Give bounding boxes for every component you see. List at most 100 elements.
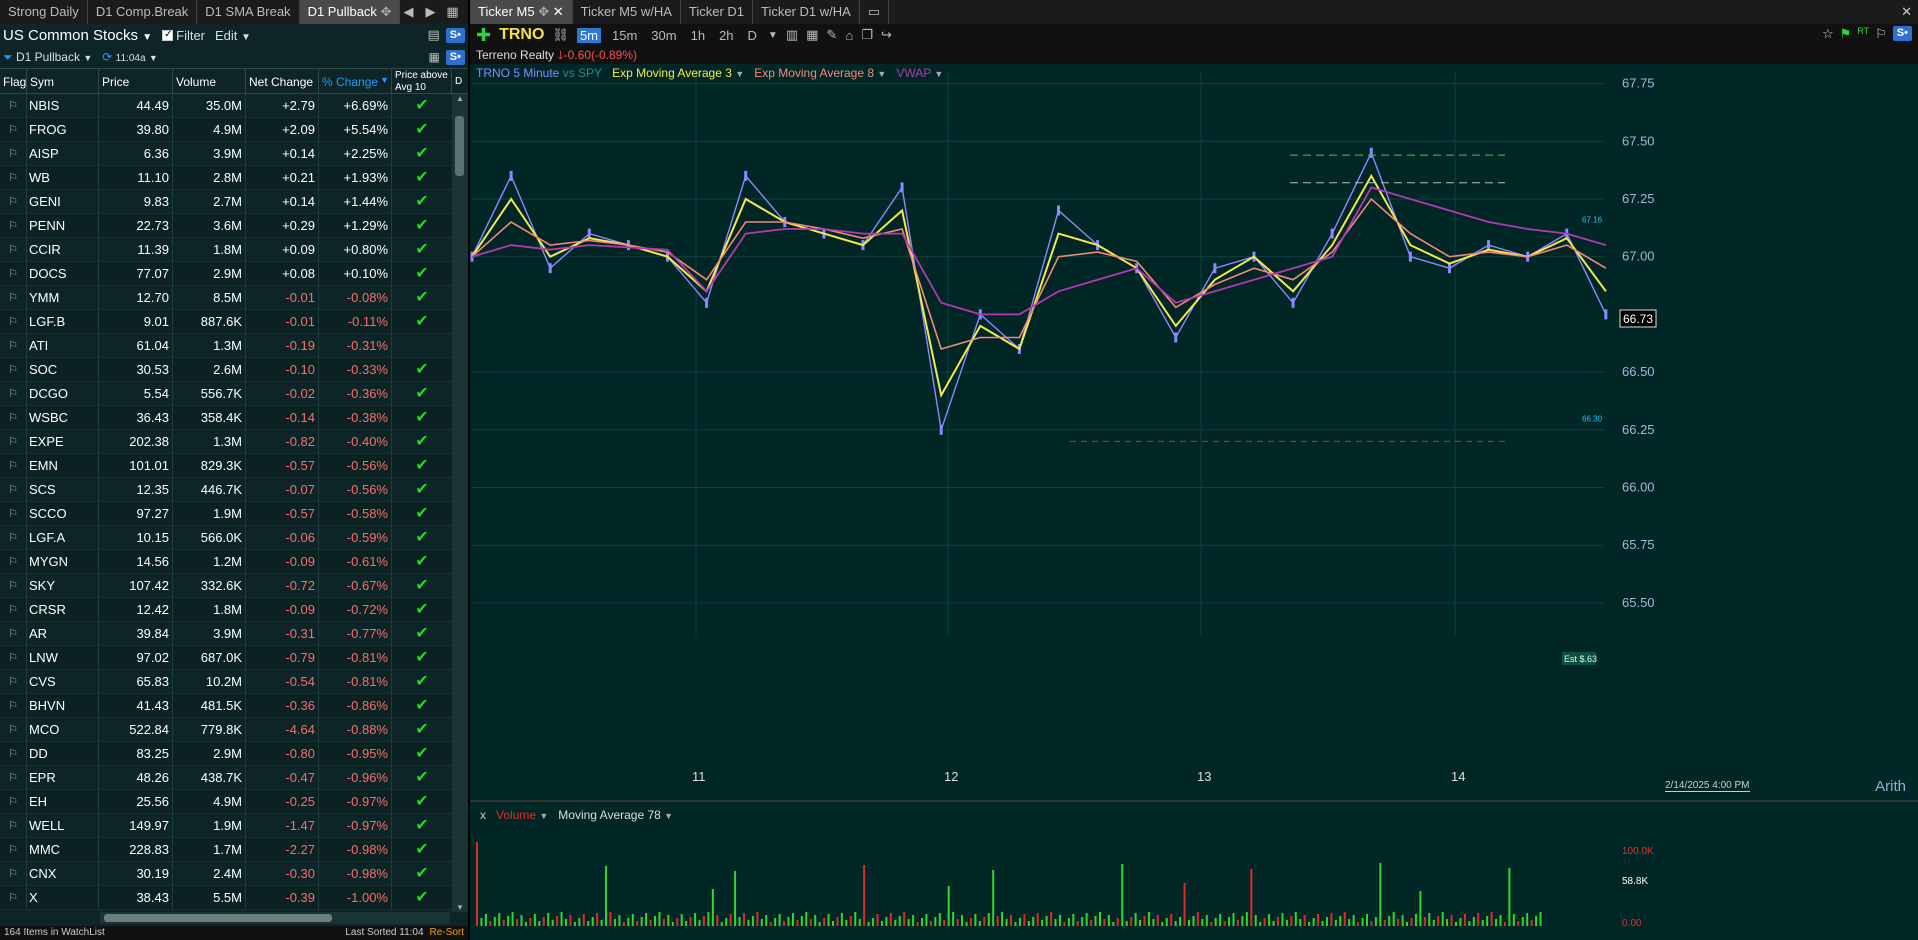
volume-bar[interactable]: [1348, 919, 1351, 926]
volume-bar[interactable]: [538, 921, 541, 926]
table-row[interactable]: ⚐ DOCS 77.07 2.9M +0.08 +0.10% ✔: [0, 262, 452, 286]
volume-bar[interactable]: [1036, 913, 1039, 926]
new-tab-icon[interactable]: ▭: [860, 0, 890, 24]
volume-bar[interactable]: [551, 920, 554, 926]
volume-bar[interactable]: [1134, 913, 1137, 926]
hscroll-thumb[interactable]: [104, 914, 332, 922]
volume-bar[interactable]: [943, 920, 946, 926]
volume-bar[interactable]: [1521, 917, 1524, 926]
flag-icon[interactable]: ⚐: [0, 694, 27, 718]
volume-bar[interactable]: [587, 921, 590, 926]
flag-icon[interactable]: ⚐: [0, 574, 27, 598]
arith-toggle[interactable]: Arith: [1875, 778, 1906, 795]
flag-icon[interactable]: ⚐: [0, 406, 27, 430]
volume-bar[interactable]: [1472, 917, 1475, 926]
volume-bar[interactable]: [1299, 919, 1302, 926]
flag-icon[interactable]: ⚐: [0, 286, 27, 310]
volume-bar[interactable]: [480, 918, 483, 926]
grid-icon[interactable]: ▤: [428, 27, 440, 43]
volume-bar[interactable]: [1174, 921, 1177, 926]
move-icon[interactable]: ✥: [538, 4, 549, 19]
table-row[interactable]: ⚐ SKY 107.42 332.6K -0.72 -0.67% ✔: [0, 574, 452, 598]
volume-bar[interactable]: [680, 914, 683, 926]
draw-icon[interactable]: ✎: [826, 27, 837, 43]
volume-bar[interactable]: [591, 917, 594, 926]
price-bar[interactable]: [1291, 297, 1295, 308]
col-pct-change[interactable]: % Change ▼: [319, 69, 392, 95]
volume-bar[interactable]: [1285, 920, 1288, 926]
volume-bar[interactable]: [1388, 916, 1391, 926]
table-row[interactable]: ⚐ MYGN 14.56 1.2M -0.09 -0.61% ✔: [0, 550, 452, 574]
table-row[interactable]: ⚐ EMN 101.01 829.3K -0.57 -0.56% ✔: [0, 454, 452, 478]
volume-study[interactable]: Volume ▼: [496, 808, 548, 822]
volume-bar[interactable]: [1281, 913, 1284, 926]
scan-selector[interactable]: ⏷ D1 Pullback ▼: [3, 50, 92, 65]
layout-icon[interactable]: ❐: [861, 27, 873, 43]
volume-bar[interactable]: [867, 922, 870, 926]
volume-bar[interactable]: [1210, 922, 1213, 926]
add-symbol-icon[interactable]: ✚: [476, 25, 491, 46]
price-chart[interactable]: 67.75 67.50 67.25 67.00 66.50 66.25 66.00 65.75…: [470, 64, 1918, 940]
volume-bar[interactable]: [1490, 912, 1493, 926]
volume-bar[interactable]: [1508, 868, 1511, 926]
volume-bar[interactable]: [636, 921, 639, 926]
scroll-up-icon[interactable]: ▲: [452, 94, 468, 103]
col-sym[interactable]: Sym: [27, 69, 99, 95]
volume-bar[interactable]: [1165, 918, 1168, 926]
volume-bar[interactable]: [938, 913, 941, 926]
volume-bar[interactable]: [1250, 869, 1253, 926]
volume-bar[interactable]: [876, 914, 879, 926]
volume-bar[interactable]: [969, 918, 972, 926]
volume-bar[interactable]: [667, 915, 670, 926]
volume-bar[interactable]: [1294, 912, 1297, 926]
volume-bar[interactable]: [947, 886, 950, 926]
edit-menu[interactable]: Edit ▼: [215, 28, 251, 43]
volume-bar[interactable]: [1477, 913, 1480, 926]
table-row[interactable]: ⚐ DD 83.25 2.9M -0.80 -0.95% ✔: [0, 742, 452, 766]
volume-bar[interactable]: [987, 913, 990, 926]
price-bar[interactable]: [1447, 263, 1451, 274]
resort-link[interactable]: Re-Sort: [430, 926, 464, 940]
flag-icon[interactable]: ⚐: [0, 742, 27, 766]
next-tab-icon[interactable]: ▶: [422, 4, 438, 20]
s-button-2[interactable]: S•: [445, 49, 465, 65]
volume-bar[interactable]: [711, 889, 714, 926]
volume-bar[interactable]: [1232, 913, 1235, 926]
volume-bar[interactable]: [1112, 922, 1115, 926]
volume-bar[interactable]: [783, 921, 786, 926]
volume-bar[interactable]: [916, 922, 919, 926]
volume-bar[interactable]: [996, 916, 999, 926]
volume-bar[interactable]: [685, 921, 688, 926]
volume-bar[interactable]: [654, 916, 656, 926]
tf-d[interactable]: D: [745, 28, 760, 43]
volume-bar[interactable]: [734, 871, 737, 926]
volume-bar[interactable]: [649, 920, 652, 926]
volume-bar[interactable]: [805, 912, 808, 926]
col-price-above-avg[interactable]: Price above Avg 10: [392, 69, 452, 95]
table-row[interactable]: ⚐ EH 25.56 4.9M -0.25 -0.97% ✔: [0, 790, 452, 814]
volume-bar[interactable]: [1196, 912, 1199, 926]
tab-menu-icon[interactable]: ▦: [444, 4, 460, 20]
volume-bar[interactable]: [1161, 922, 1164, 926]
volume-bar[interactable]: [645, 913, 648, 926]
volume-bar[interactable]: [1188, 920, 1190, 926]
volume-bar[interactable]: [1139, 920, 1142, 926]
volume-bar[interactable]: [1058, 915, 1061, 926]
link-icon[interactable]: ⛓: [552, 27, 569, 43]
flag-icon[interactable]: ⚐: [0, 430, 27, 454]
volume-bar[interactable]: [823, 918, 826, 926]
volume-bar[interactable]: [1379, 863, 1382, 926]
volume-bar[interactable]: [1027, 921, 1030, 926]
volume-bar[interactable]: [1486, 916, 1489, 926]
table-row[interactable]: ⚐ X 38.43 5.5M -0.39 -1.00% ✔: [0, 886, 452, 910]
vertical-scrollbar[interactable]: ▲ ▼: [452, 94, 468, 912]
volume-bar[interactable]: [880, 921, 883, 926]
volume-bar[interactable]: [800, 916, 803, 926]
volume-bar[interactable]: [791, 913, 794, 926]
flag-icon[interactable]: ⚐: [0, 238, 27, 262]
volume-bar[interactable]: [1081, 917, 1084, 926]
volume-bar[interactable]: [1339, 916, 1342, 926]
price-bar[interactable]: [900, 182, 904, 193]
volume-bar[interactable]: [578, 918, 581, 926]
table-row[interactable]: ⚐ WELL 149.97 1.9M -1.47 -0.97% ✔: [0, 814, 452, 838]
